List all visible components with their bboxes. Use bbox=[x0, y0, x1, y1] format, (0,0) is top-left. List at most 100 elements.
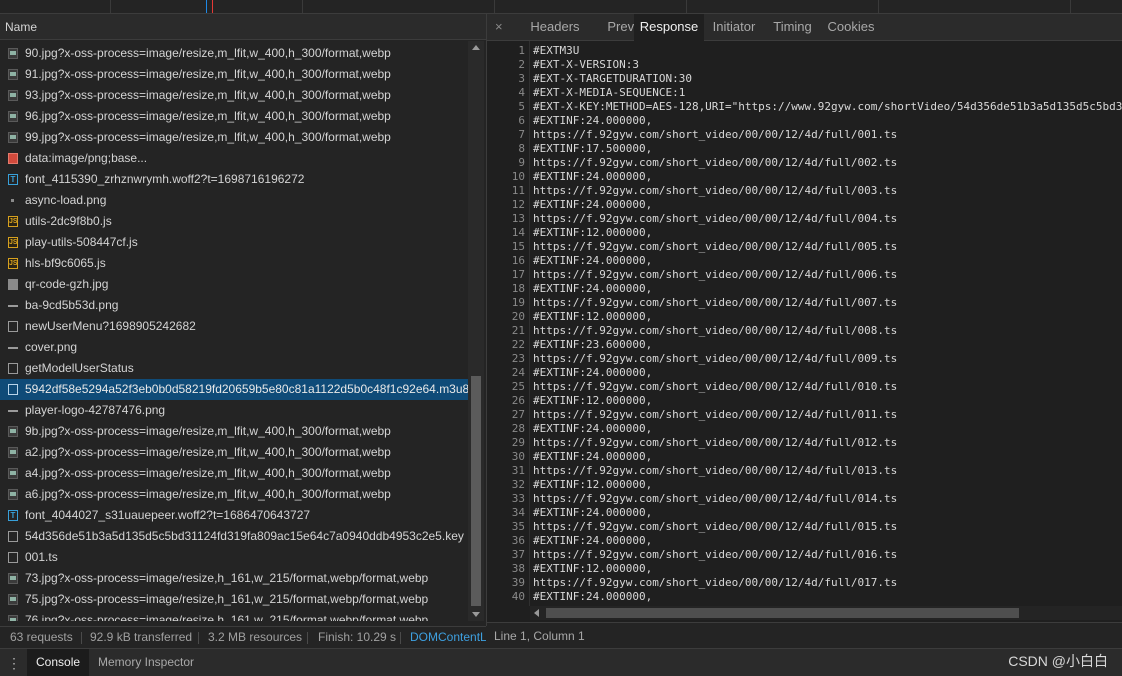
script-icon: JS bbox=[8, 216, 18, 227]
request-row[interactable]: JS utils-2dc9f8b0.js bbox=[0, 211, 468, 232]
request-row[interactable]: 91.jpg?x-oss-process=image/resize,m_lfit… bbox=[0, 64, 468, 85]
image-icon bbox=[8, 489, 18, 500]
status-divider bbox=[307, 632, 308, 644]
line-number: 11 bbox=[511, 184, 525, 197]
tab-cookies[interactable]: Cookies bbox=[821, 14, 881, 40]
request-row-selected[interactable]: 5942df58e5294a52f3eb0b0d58219fd20659b5e8… bbox=[0, 379, 468, 400]
line-number: 27 bbox=[511, 408, 525, 421]
request-row[interactable]: async-load.png bbox=[0, 190, 468, 211]
code-line: 14 #EXTINF:12.000000, bbox=[487, 226, 1122, 240]
line-number: 20 bbox=[511, 310, 525, 323]
request-row[interactable]: newUserMenu?1698905242682 bbox=[0, 316, 468, 337]
code-text: #EXTINF:12.000000, bbox=[533, 478, 653, 491]
tab-memory-inspector[interactable]: Memory Inspector bbox=[89, 649, 203, 676]
scrollbar-thumb[interactable] bbox=[471, 376, 481, 606]
request-list[interactable]: 90.jpg?x-oss-process=image/resize,m_lfit… bbox=[0, 41, 468, 621]
line-number: 39 bbox=[511, 576, 525, 589]
request-row[interactable]: JS play-utils-508447cf.js bbox=[0, 232, 468, 253]
request-row[interactable]: cover.png bbox=[0, 337, 468, 358]
request-name: 76.jpg?x-oss-process=image/resize,h_161,… bbox=[25, 613, 429, 621]
request-row[interactable]: data:image/png;base... bbox=[0, 148, 468, 169]
request-row[interactable]: 73.jpg?x-oss-process=image/resize,h_161,… bbox=[0, 568, 468, 589]
request-row[interactable]: 54d356de51b3a5d135d5c5bd31124fd319fa809a… bbox=[0, 526, 468, 547]
request-row[interactable]: a2.jpg?x-oss-process=image/resize,m_lfit… bbox=[0, 442, 468, 463]
font-icon: T bbox=[8, 510, 18, 521]
code-line: 24 #EXTINF:24.000000, bbox=[487, 366, 1122, 380]
request-row[interactable]: a4.jpg?x-oss-process=image/resize,m_lfit… bbox=[0, 463, 468, 484]
code-line: 32 #EXTINF:12.000000, bbox=[487, 478, 1122, 492]
request-row[interactable]: getModelUserStatus bbox=[0, 358, 468, 379]
line-number: 35 bbox=[511, 520, 525, 533]
tab-timing[interactable]: Timing bbox=[765, 14, 820, 40]
request-row[interactable]: ba-9cd5b53d.png bbox=[0, 295, 468, 316]
request-row[interactable]: 90.jpg?x-oss-process=image/resize,m_lfit… bbox=[0, 43, 468, 64]
image-icon bbox=[8, 468, 18, 479]
request-row[interactable]: qr-code-gzh.jpg bbox=[0, 274, 468, 295]
tab-headers[interactable]: Headers bbox=[512, 14, 598, 40]
code-line: 38 #EXTINF:12.000000, bbox=[487, 562, 1122, 576]
request-row[interactable]: 93.jpg?x-oss-process=image/resize,m_lfit… bbox=[0, 85, 468, 106]
more-menu-icon[interactable]: ⋮ bbox=[7, 655, 21, 671]
close-icon[interactable]: × bbox=[495, 14, 503, 40]
horizontal-scrollbar-thumb[interactable] bbox=[546, 608, 1019, 618]
line-number: 32 bbox=[511, 478, 525, 491]
response-code-view[interactable]: 1 #EXTM3U 2 #EXT-X-VERSION:3 3 #EXT-X-TARGETD… bbox=[487, 41, 1122, 606]
request-row[interactable]: a6.jpg?x-oss-process=image/resize,m_lfit… bbox=[0, 484, 468, 505]
tab-initiator[interactable]: Initiator bbox=[704, 14, 764, 40]
code-line: 12 #EXTINF:24.000000, bbox=[487, 198, 1122, 212]
code-text: https://f.92gyw.com/short_video/00/00/12… bbox=[533, 156, 898, 169]
image-icon bbox=[8, 111, 18, 122]
request-row[interactable]: player-logo-42787476.png bbox=[0, 400, 468, 421]
document-icon bbox=[8, 321, 18, 332]
request-name: cover.png bbox=[25, 340, 78, 354]
dom-content-loaded-marker bbox=[206, 0, 207, 13]
request-details-panel: × Headers Preview Response Initiator Tim… bbox=[487, 14, 1122, 648]
code-line: 13 https://f.92gyw.com/short_video/00/00/… bbox=[487, 212, 1122, 226]
request-row[interactable]: 9b.jpg?x-oss-process=image/resize,m_lfit… bbox=[0, 421, 468, 442]
request-row[interactable]: 001.ts bbox=[0, 547, 468, 568]
scroll-down-arrow-icon[interactable] bbox=[472, 612, 480, 617]
code-line: 39 https://f.92gyw.com/short_video/00/00/… bbox=[487, 576, 1122, 590]
code-line: 11 https://f.92gyw.com/short_video/00/00/… bbox=[487, 184, 1122, 198]
status-divider bbox=[400, 632, 401, 644]
scroll-left-arrow-icon[interactable] bbox=[534, 609, 539, 617]
line-number: 8 bbox=[518, 142, 525, 155]
line-number: 5 bbox=[518, 100, 525, 113]
code-text: https://f.92gyw.com/short_video/00/00/12… bbox=[533, 324, 898, 337]
request-row[interactable]: Tfont_4115390_zrhznwrymh.woff2?t=1698716… bbox=[0, 169, 468, 190]
name-column-header[interactable]: Name bbox=[0, 14, 486, 40]
tab-console[interactable]: Console bbox=[27, 649, 90, 676]
code-line: 5 #EXT-X-KEY:METHOD=AES-128,URI="https://… bbox=[487, 100, 1122, 114]
line-number: 19 bbox=[511, 296, 525, 309]
code-text: #EXTINF:24.000000, bbox=[533, 506, 653, 519]
request-row[interactable]: 76.jpg?x-oss-process=image/resize,h_161,… bbox=[0, 610, 468, 621]
code-line: 6 #EXTINF:24.000000, bbox=[487, 114, 1122, 128]
overview-gridline bbox=[878, 0, 879, 13]
code-text: https://f.92gyw.com/short_video/00/00/12… bbox=[533, 492, 898, 505]
scroll-up-arrow-icon[interactable] bbox=[472, 45, 480, 50]
code-text: #EXTINF:24.000000, bbox=[533, 198, 653, 211]
code-text: https://f.92gyw.com/short_video/00/00/12… bbox=[533, 296, 898, 309]
network-overview-strip[interactable] bbox=[0, 0, 1122, 14]
resources-size: 3.2 MB resources bbox=[208, 630, 303, 644]
line-number: 40 bbox=[511, 590, 525, 603]
tab-response[interactable]: Response bbox=[634, 14, 704, 41]
request-name: 96.jpg?x-oss-process=image/resize,m_lfit… bbox=[25, 109, 391, 123]
request-list-scrollbar[interactable] bbox=[468, 41, 484, 621]
request-name: 001.ts bbox=[25, 550, 58, 564]
code-line: 19 https://f.92gyw.com/short_video/00/00/… bbox=[487, 296, 1122, 310]
response-horizontal-scrollbar[interactable] bbox=[530, 606, 1122, 620]
gutter-divider bbox=[529, 41, 530, 606]
code-line: 18 #EXTINF:24.000000, bbox=[487, 282, 1122, 296]
code-text: #EXTINF:24.000000, bbox=[533, 366, 653, 379]
request-row[interactable]: JS hls-bf9c6065.js bbox=[0, 253, 468, 274]
request-row[interactable]: 99.jpg?x-oss-process=image/resize,m_lfit… bbox=[0, 127, 468, 148]
request-row[interactable]: Tfont_4044027_s31uauepeer.woff2?t=168647… bbox=[0, 505, 468, 526]
request-name: font_4115390_zrhznwrymh.woff2?t=16987161… bbox=[25, 172, 305, 186]
code-text: #EXTINF:24.000000, bbox=[533, 450, 653, 463]
code-line: 31 https://f.92gyw.com/short_video/00/00/… bbox=[487, 464, 1122, 478]
line-number: 36 bbox=[511, 534, 525, 547]
request-row[interactable]: 96.jpg?x-oss-process=image/resize,m_lfit… bbox=[0, 106, 468, 127]
request-row[interactable]: 75.jpg?x-oss-process=image/resize,h_161,… bbox=[0, 589, 468, 610]
request-name: getModelUserStatus bbox=[25, 361, 134, 375]
